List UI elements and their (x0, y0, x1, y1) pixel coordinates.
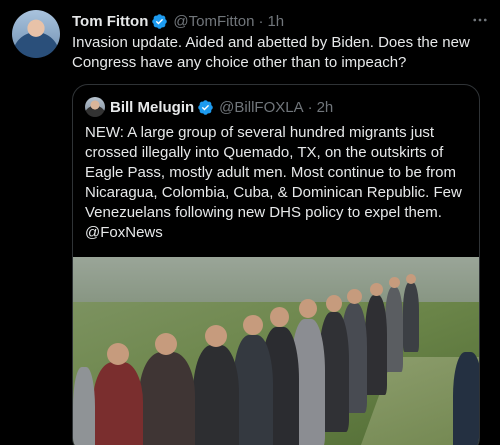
photo-person-head (243, 315, 263, 335)
quote-author-avatar[interactable] (85, 97, 105, 117)
verified-badge-icon (151, 13, 168, 30)
photo-person (139, 352, 195, 445)
photo-person (193, 345, 239, 445)
photo-person-head (107, 343, 129, 365)
photo-person (93, 362, 143, 445)
tweet-text: Invasion update. Aided and abetted by Bi… (72, 34, 470, 71)
quoted-tweet[interactable]: Bill Melugin @BillFOXLA · 2h NEW: A larg… (72, 84, 480, 445)
author-name[interactable]: Tom Fitton (72, 13, 148, 30)
quote-header: Bill Melugin @BillFOXLA · 2h (85, 97, 467, 117)
tweet[interactable]: Tom Fitton @TomFitton · 1h Invasion upda… (0, 0, 500, 445)
quote-author-name[interactable]: Bill Melugin (110, 99, 194, 116)
photo-person-head (205, 325, 227, 347)
photo-person-head (270, 307, 289, 327)
photo-person-head (347, 289, 362, 304)
photo-person-head (406, 274, 416, 284)
photo-person (453, 352, 479, 445)
photo-person-head (155, 333, 177, 355)
verified-badge-icon (197, 99, 214, 116)
image-sky (73, 257, 479, 302)
quote-media-image[interactable] (73, 257, 479, 445)
quote-timestamp[interactable]: 2h (317, 99, 334, 116)
separator-dot: · (258, 12, 264, 30)
tweet-header: Tom Fitton @TomFitton · 1h (72, 11, 486, 31)
photo-person (403, 282, 419, 352)
author-avatar[interactable] (12, 10, 60, 58)
author-handle[interactable]: @TomFitton (173, 13, 254, 30)
quote-author-handle[interactable]: @BillFOXLA (219, 99, 303, 116)
photo-person (233, 335, 273, 445)
ellipsis-icon[interactable] (470, 10, 490, 30)
tweet-timestamp[interactable]: 1h (267, 13, 284, 30)
quote-text: NEW: A large group of several hundred mi… (85, 124, 462, 241)
photo-person (365, 295, 387, 395)
photo-person-head (370, 283, 383, 296)
photo-person (73, 367, 95, 445)
separator-dot: · (307, 98, 313, 116)
photo-person-head (326, 295, 342, 312)
photo-person-head (389, 277, 400, 288)
photo-person-head (299, 299, 317, 318)
photo-person (385, 287, 403, 372)
